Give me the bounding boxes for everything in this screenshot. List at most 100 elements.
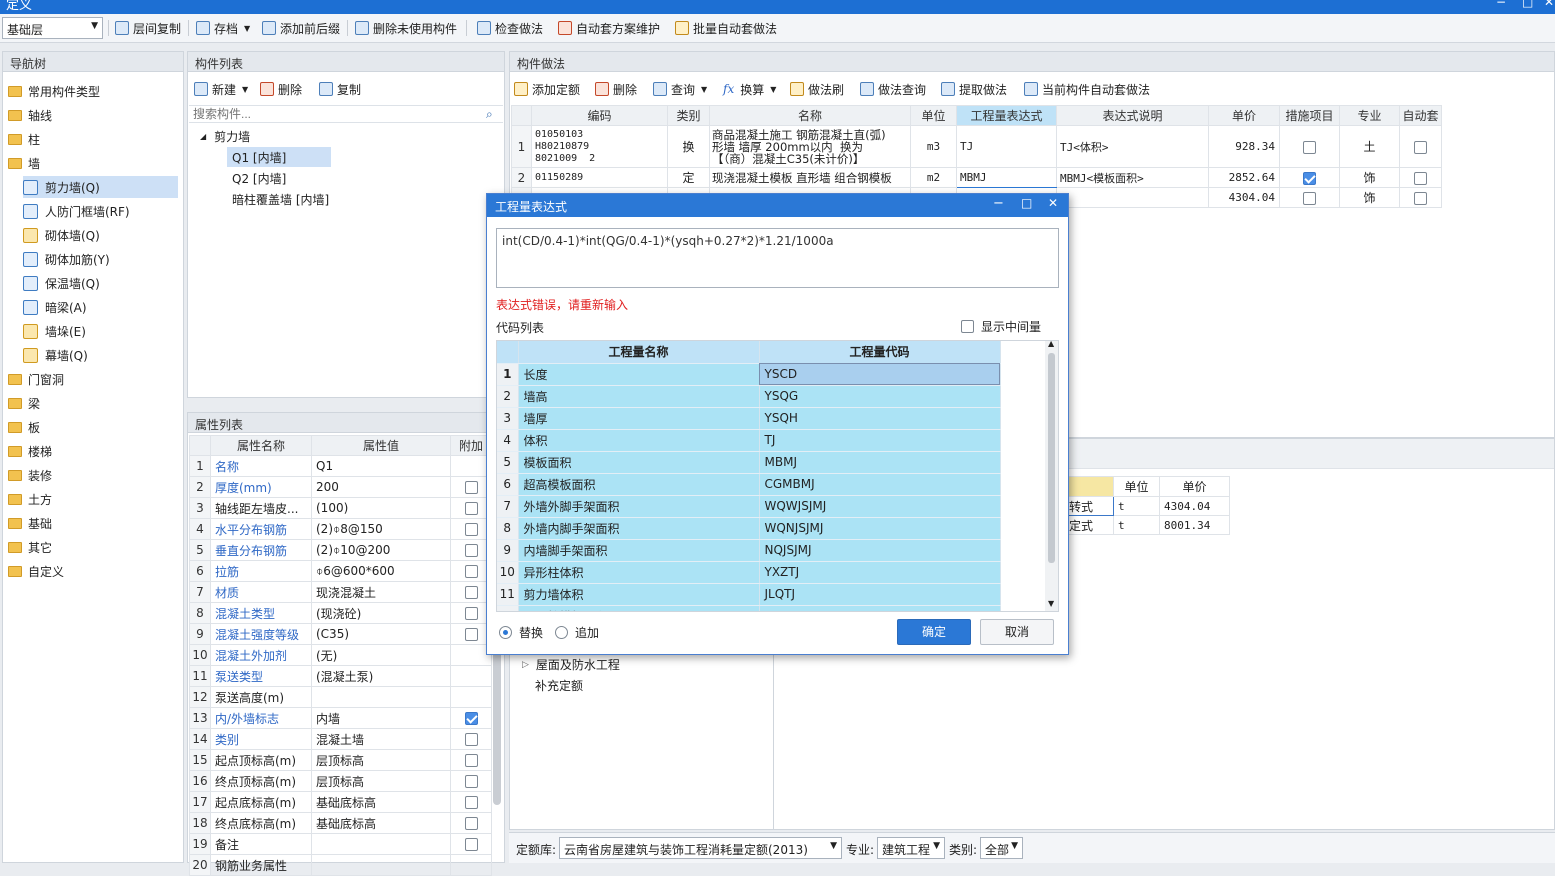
method-name[interactable]: 商品混凝土施工 钢筋混凝土直(弧) 形墙 墙厚 200mm以内 换为 【（商）混…	[709, 125, 911, 168]
minimize-icon[interactable]: −	[1496, 0, 1506, 9]
check-method-button[interactable]: 检查做法	[477, 19, 543, 37]
type-select[interactable]: 全部 ▼	[980, 837, 1023, 859]
quantity-name[interactable]: 异形柱模板面积	[518, 605, 760, 611]
nav-item[interactable]: 板	[8, 416, 40, 438]
checkbox-icon[interactable]	[464, 712, 478, 725]
checkbox-icon[interactable]	[464, 838, 478, 851]
delete-method-button[interactable]: 删除	[595, 80, 637, 98]
property-value[interactable]: (C35)	[311, 623, 451, 645]
property-value[interactable]: 现浇混凝土	[311, 581, 451, 603]
method-brush-button[interactable]: 做法刷	[790, 80, 844, 98]
property-value[interactable]: ⌽6@600*600	[311, 560, 451, 582]
property-row[interactable]: 14 类别 混凝土墙	[189, 728, 492, 750]
component-item-q2[interactable]: Q2 [内墙]	[227, 168, 291, 189]
show-intermediate-checkbox[interactable]: 显示中间量	[961, 318, 1041, 335]
quantity-name[interactable]: 剪力墙体积	[518, 583, 760, 606]
quantity-code[interactable]: MBMJ	[759, 451, 1001, 474]
nav-item[interactable]: 轴线	[8, 104, 52, 126]
nav-item[interactable]: 常用构件类型	[8, 80, 100, 102]
component-item-hidden-column-wall[interactable]: 暗柱覆盖墙 [内墙]	[227, 189, 334, 210]
quantity-name[interactable]: 长度	[518, 363, 760, 386]
property-value[interactable]	[311, 686, 451, 708]
nav-item[interactable]: 其它	[8, 536, 52, 558]
major-select[interactable]: 建筑工程 ▼	[877, 837, 945, 859]
property-row[interactable]: 20 钢筋业务属性	[189, 854, 492, 876]
property-value[interactable]: (混凝土泵)	[311, 665, 451, 687]
conversion-button[interactable]: fx 换算 ▼	[723, 80, 776, 98]
property-row[interactable]: 2 厚度(mm) 200	[189, 476, 492, 498]
tree-group-shear-wall[interactable]: ◢ 剪力墙	[200, 128, 250, 145]
method-query-button[interactable]: 做法查询	[860, 80, 926, 98]
property-row[interactable]: 11 泵送类型 (混凝土泵)	[189, 665, 492, 687]
method-code[interactable]: 01150289	[531, 167, 668, 188]
minimize-icon[interactable]: −	[993, 196, 1004, 211]
checkbox-icon[interactable]	[1303, 171, 1316, 185]
property-row[interactable]: 8 混凝土类型 (现浇砼)	[189, 602, 492, 624]
maximize-icon[interactable]: □	[1522, 0, 1533, 9]
property-row[interactable]: 10 混凝土外加剂 (无)	[189, 644, 492, 666]
code-row[interactable]: 9 内墙脚手架面积 NQJSJMJ	[497, 539, 1001, 562]
property-row[interactable]: 5 垂直分布钢筋 (2)⌽10@200	[189, 539, 492, 561]
property-row[interactable]: 13 内/外墙标志 内墙	[189, 707, 492, 729]
new-component-button[interactable]: 新建 ▼	[194, 80, 248, 98]
delete-unused-button[interactable]: 删除未使用构件	[355, 19, 457, 37]
add-quota-button[interactable]: 添加定额	[514, 80, 580, 98]
nav-item[interactable]: 人防门框墙(RF)	[23, 200, 130, 222]
nav-item[interactable]: 墙	[8, 152, 40, 174]
property-value[interactable]: Q1	[311, 455, 451, 477]
property-value[interactable]	[311, 833, 451, 855]
code-row[interactable]: 2 墙高 YSQG	[497, 385, 1001, 408]
code-row[interactable]: 1 长度 YSCD	[497, 363, 1001, 386]
property-row[interactable]: 4 水平分布钢筋 (2)⌽8@150	[189, 518, 492, 540]
scroll-down-icon[interactable]: ▼	[1048, 599, 1054, 608]
copy-component-button[interactable]: 复制	[319, 80, 361, 98]
copy-between-floors-button[interactable]: 层间复制	[115, 19, 181, 37]
code-row[interactable]: 3 墙厚 YSQH	[497, 407, 1001, 430]
code-row[interactable]: 6 超高模板面积 CGMBMJ	[497, 473, 1001, 496]
checkbox-icon[interactable]	[464, 775, 478, 788]
batch-auto-button[interactable]: 批量自动套做法	[675, 19, 777, 37]
quantity-code[interactable]: JLQTJ	[759, 583, 1001, 606]
property-value[interactable]: 内墙	[311, 707, 451, 729]
method-expression[interactable]: MBMJ	[956, 167, 1057, 188]
property-value[interactable]: (现浇砼)	[311, 602, 451, 624]
quota-row[interactable]: 转式 t 4304.04	[1068, 496, 1230, 516]
code-row[interactable]: 10 异形柱体积 YXZTJ	[497, 561, 1001, 584]
quantity-name[interactable]: 墙高	[518, 385, 760, 408]
quantity-code[interactable]: YSQG	[759, 385, 1001, 408]
code-list-scrollbar[interactable]: ▲ ▼	[1045, 341, 1058, 611]
quantity-name[interactable]: 模板面积	[518, 451, 760, 474]
code-row[interactable]: 8 外墙内脚手架面积 WQNJSJMJ	[497, 517, 1001, 540]
checkbox-icon[interactable]	[464, 544, 478, 557]
property-value[interactable]: (2)⌽8@150	[311, 518, 451, 540]
quantity-code[interactable]: WQWJSJMJ	[759, 495, 1001, 518]
method-row[interactable]: 1 01050103 H80210879 8021009 2 换商品混凝土施工 钢筋…	[511, 125, 1442, 168]
archive-button[interactable]: 存档 ▼	[196, 19, 250, 37]
nav-item[interactable]: 墙垛(E)	[23, 320, 86, 342]
property-row[interactable]: 17 起点底标高(m) 基础底标高	[189, 791, 492, 813]
checkbox-icon[interactable]	[464, 628, 478, 641]
property-row[interactable]: 15 起点顶标高(m) 层顶标高	[189, 749, 492, 771]
checkbox-icon[interactable]	[1414, 191, 1427, 205]
query-button[interactable]: 查询 ▼	[653, 80, 707, 98]
quantity-code[interactable]: YXZTJ	[759, 561, 1001, 584]
property-value[interactable]: (100)	[311, 497, 451, 519]
property-value[interactable]: 基础底标高	[311, 812, 451, 834]
quantity-code[interactable]: YSCD	[759, 363, 1001, 386]
nav-item[interactable]: 基础	[8, 512, 52, 534]
checkbox-icon[interactable]	[464, 607, 478, 620]
checkbox-icon[interactable]	[1303, 140, 1316, 154]
property-row[interactable]: 1 名称 Q1	[189, 455, 492, 477]
nav-item[interactable]: 梁	[8, 392, 40, 414]
code-row[interactable]: 12异形柱模板面积YXZMBMJ	[497, 605, 1001, 611]
scrollbar-thumb[interactable]	[1048, 353, 1055, 563]
property-row[interactable]: 3 轴线距左墙皮... (100)	[189, 497, 492, 519]
checkbox-icon[interactable]	[464, 796, 478, 809]
nav-item[interactable]: 柱	[8, 128, 40, 150]
code-row[interactable]: 7 外墙外脚手架面积 WQWJSJMJ	[497, 495, 1001, 518]
property-row[interactable]: 16 终点顶标高(m) 层顶标高	[189, 770, 492, 792]
close-icon[interactable]: ✕	[1048, 196, 1058, 210]
code-row[interactable]: 4 体积 TJ	[497, 429, 1001, 452]
nav-item[interactable]: 自定义	[8, 560, 64, 582]
nav-item[interactable]: 砌体墙(Q)	[23, 224, 100, 246]
